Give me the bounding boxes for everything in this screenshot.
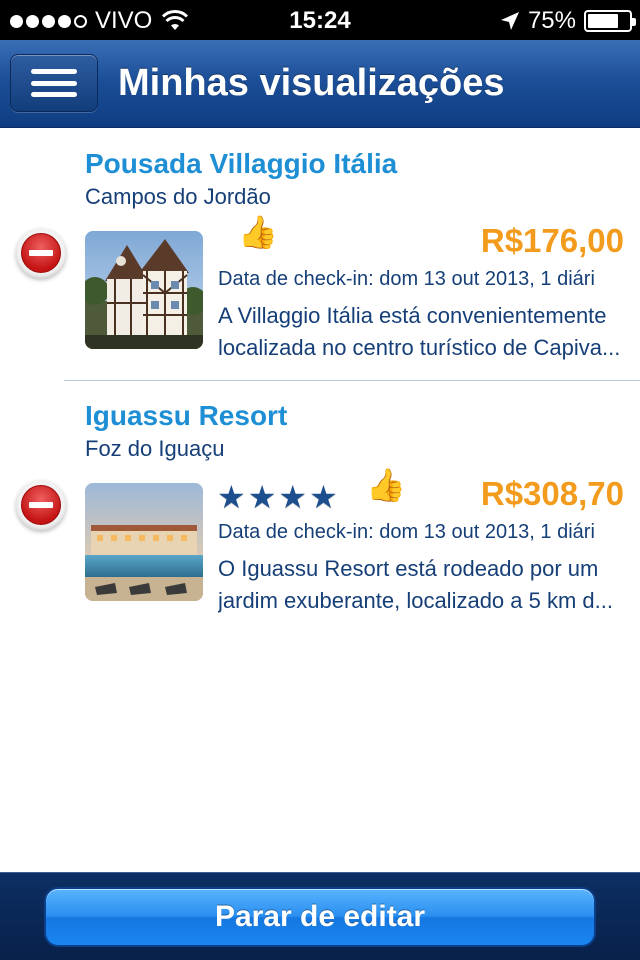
battery-percent: 75%: [527, 7, 576, 34]
menu-button[interactable]: [10, 54, 98, 112]
checkin-date: Data de check-in: dom 13 out 2013, 1 diá…: [218, 521, 595, 543]
star-icon: ★: [309, 479, 338, 515]
navigation-bar: Minhas visualizações: [0, 40, 640, 128]
hotel-name[interactable]: Pousada Villaggio Itália: [85, 148, 397, 180]
page-title: Minhas visualizações: [118, 62, 505, 104]
list-item[interactable]: Pousada Villaggio Itália Campos do Jordã…: [0, 128, 640, 380]
star-rating: ★ ★ ★ ★: [217, 480, 338, 514]
description-line: jardim exuberante, localizado a 5 km d..…: [218, 588, 613, 613]
hamburger-menu-icon: [31, 69, 77, 97]
description-line: localizada no centro turístico de Capiva…: [218, 335, 621, 360]
hotel-thumbnail: [85, 231, 203, 349]
delete-item-button[interactable]: [16, 480, 66, 530]
star-icon: ★: [247, 479, 277, 515]
hotel-description: O Iguassu Resort está rodeado por um jar…: [218, 553, 640, 617]
star-icon: ★: [217, 479, 246, 515]
location-arrow-icon: [500, 12, 519, 30]
viewed-hotels-list[interactable]: Pousada Villaggio Itália Campos do Jordã…: [0, 128, 640, 872]
description-line: O Iguassu Resort está rodeado por um: [218, 556, 599, 581]
thumbs-up-icon: 👍: [238, 214, 278, 250]
delete-item-button[interactable]: [16, 228, 66, 278]
hotel-city: Campos do Jordão: [85, 184, 271, 209]
hotel-city: Foz do Iguaçu: [85, 436, 225, 461]
hotel-price: R$176,00: [480, 222, 624, 259]
star-icon: ★: [278, 479, 308, 515]
hotel-description: A Villaggio Itália está convenientemente…: [218, 300, 640, 364]
description-line: A Villaggio Itália está convenientemente: [218, 303, 607, 328]
status-bar: VIVO 15:24 75%: [0, 0, 640, 40]
hotel-price: R$308,70: [480, 475, 624, 512]
bottom-toolbar: Parar de editar: [0, 872, 640, 960]
thumbs-up-icon: 👍: [366, 467, 406, 503]
status-right: 75%: [500, 7, 636, 35]
stop-editing-button[interactable]: Parar de editar: [44, 887, 596, 947]
minus-icon: [21, 485, 61, 525]
list-item[interactable]: Iguassu Resort Foz do Iguaçu ★ ★ ★ ★ 👍 R…: [0, 381, 640, 633]
hotel-thumbnail: [85, 483, 203, 601]
minus-icon: [21, 233, 61, 273]
checkin-date: Data de check-in: dom 13 out 2013, 1 diá…: [218, 268, 595, 290]
battery-icon: [584, 10, 636, 32]
hotel-name[interactable]: Iguassu Resort: [85, 400, 287, 432]
